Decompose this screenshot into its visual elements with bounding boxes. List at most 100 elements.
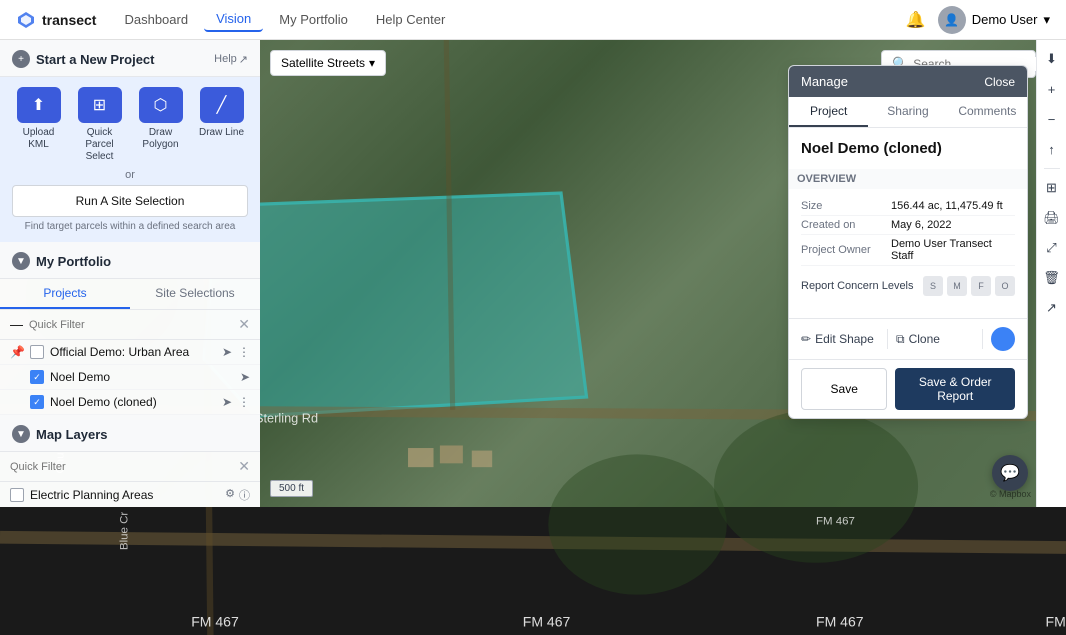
- project-checkbox[interactable]: [30, 395, 44, 409]
- layers-filter-clear[interactable]: ✕: [238, 458, 250, 475]
- manage-title: Manage: [801, 74, 848, 89]
- zoom-in-icon[interactable]: +: [1041, 78, 1063, 100]
- logo[interactable]: transect: [0, 10, 112, 30]
- nav-help-center[interactable]: Help Center: [364, 8, 457, 31]
- layer-checkbox[interactable]: [10, 488, 24, 502]
- zoom-out-icon[interactable]: −: [1041, 108, 1063, 130]
- clone-button[interactable]: ⧉ Clone: [896, 332, 974, 347]
- manage-tab-project[interactable]: Project: [789, 97, 868, 127]
- chat-bubble-button[interactable]: 💬: [992, 455, 1028, 491]
- manage-tabs: Project Sharing Comments: [789, 97, 1027, 128]
- layers-filter-input[interactable]: [10, 461, 232, 473]
- manage-tab-comments[interactable]: Comments: [948, 97, 1027, 127]
- save-order-button[interactable]: Save & Order Report: [895, 368, 1015, 410]
- quick-parcel-btn[interactable]: ⊞ Quick Parcel Select: [73, 87, 126, 163]
- svg-text:Blue Cr: Blue Cr: [119, 512, 131, 550]
- info-key-created: Created on: [801, 219, 891, 231]
- layers-list: Electric Planning Areas ⚙ ⓘ Electric Pow…: [0, 482, 260, 507]
- manage-panel: Manage Close Project Sharing Comments No…: [788, 65, 1028, 419]
- manage-body: Noel Demo (cloned) Overview Size 156.44 …: [789, 128, 1027, 318]
- concern-icon-o[interactable]: O: [995, 276, 1015, 296]
- portfolio-icon: ▼: [12, 252, 30, 270]
- project-item: Noel Demo ➤: [0, 365, 260, 390]
- save-button[interactable]: Save: [801, 368, 887, 410]
- draw-polygon-btn[interactable]: ⬡ Draw Polygon: [134, 87, 187, 163]
- svg-text:FM 467: FM 467: [816, 516, 855, 528]
- trash-icon[interactable]: 🗑: [1041, 267, 1063, 289]
- portfolio-filter-clear[interactable]: ✕: [238, 316, 250, 333]
- info-val-size: 156.44 ac, 11,475.49 ft: [891, 200, 1015, 212]
- topnav: transect Dashboard Vision My Portfolio H…: [0, 0, 1066, 40]
- nav-portfolio[interactable]: My Portfolio: [267, 8, 360, 31]
- navigate-icon[interactable]: ➤: [222, 395, 232, 409]
- info-val-created: May 6, 2022: [891, 219, 1015, 231]
- user-name: Demo User: [972, 12, 1038, 27]
- navigate-icon[interactable]: ➤: [222, 345, 232, 359]
- tab-projects[interactable]: Projects: [0, 279, 130, 309]
- print-icon[interactable]: 🖨: [1041, 207, 1063, 229]
- manage-tab-sharing[interactable]: Sharing: [868, 97, 947, 127]
- color-indicator[interactable]: [991, 327, 1015, 351]
- manage-header: Manage Close: [789, 66, 1027, 97]
- user-menu[interactable]: 👤 Demo User ▾: [938, 6, 1050, 34]
- portfolio-filter-input[interactable]: [29, 319, 232, 331]
- concern-icon-f[interactable]: F: [971, 276, 991, 296]
- map-style-select[interactable]: Satellite Streets ▾: [270, 50, 386, 76]
- report-concern-row: Report Concern Levels S M F O: [801, 266, 1015, 306]
- portfolio-filter-row: — ✕: [0, 310, 260, 340]
- topnav-right: 🔔 👤 Demo User ▾: [906, 6, 1066, 34]
- svg-text:FM 467: FM 467: [523, 614, 571, 630]
- overview-label: Overview: [789, 169, 1027, 189]
- layer-info-icon[interactable]: ⓘ: [239, 487, 250, 503]
- project-name: Noel Demo: [50, 370, 234, 384]
- share-icon[interactable]: ↗: [1041, 297, 1063, 319]
- concern-label: Report Concern Levels: [801, 280, 914, 292]
- concern-icon-m[interactable]: M: [947, 276, 967, 296]
- info-key-owner: Project Owner: [801, 244, 891, 256]
- tab-site-selections[interactable]: Site Selections: [130, 279, 260, 309]
- project-item: 📌 Official Demo: Urban Area ➤ ⋮: [0, 340, 260, 365]
- nav-dashboard[interactable]: Dashboard: [112, 8, 200, 31]
- layer-settings-icon[interactable]: ⚙: [225, 487, 235, 503]
- manage-project-title: Noel Demo (cloned): [801, 140, 1015, 157]
- portfolio-tabs: Projects Site Selections: [0, 279, 260, 310]
- user-avatar: 👤: [938, 6, 966, 34]
- layers-title: Map Layers: [36, 427, 248, 442]
- nav-vision[interactable]: Vision: [204, 7, 263, 32]
- navigate-icon[interactable]: ➤: [240, 370, 250, 384]
- project-menu-icon[interactable]: ⋮: [238, 395, 250, 409]
- map-layers-section: ▼ Map Layers ✕ Electric Planning Areas ⚙…: [0, 415, 260, 507]
- edit-shape-button[interactable]: ✏ Edit Shape: [801, 332, 879, 346]
- layers-icon: ▼: [12, 425, 30, 443]
- project-checkbox[interactable]: [30, 345, 44, 359]
- project-checkbox[interactable]: [30, 370, 44, 384]
- new-project-icon: +: [12, 50, 30, 68]
- user-chevron-icon: ▾: [1043, 12, 1050, 28]
- action-buttons: ⬆ Upload KML ⊞ Quick Parcel Select ⬡ Dra…: [12, 87, 248, 163]
- pin-icon: 📌: [10, 345, 24, 359]
- find-text: Find target parcels within a defined sea…: [12, 221, 248, 232]
- manage-actions-row: ✏ Edit Shape ⧉ Clone: [789, 318, 1027, 359]
- layer-name: Electric Planning Areas: [30, 488, 219, 502]
- upload-kml-btn[interactable]: ⬆ Upload KML: [12, 87, 65, 163]
- info-row-created: Created on May 6, 2022: [801, 216, 1015, 235]
- compass-icon[interactable]: ↑: [1041, 138, 1063, 160]
- layers-header: ▼ Map Layers: [0, 415, 260, 452]
- portfolio-section: ▼ My Portfolio Projects Site Selections …: [0, 242, 260, 415]
- project-name: Official Demo: Urban Area: [50, 345, 216, 359]
- layer-item: Electric Planning Areas ⚙ ⓘ: [0, 482, 260, 507]
- filter-icon: —: [10, 317, 23, 332]
- notifications-icon[interactable]: 🔔: [906, 10, 926, 30]
- run-site-selection-button[interactable]: Run A Site Selection: [12, 185, 248, 217]
- grid-icon[interactable]: ⊞: [1041, 177, 1063, 199]
- project-menu-icon[interactable]: ⋮: [238, 345, 250, 359]
- draw-line-btn[interactable]: ╱ Draw Line: [195, 87, 248, 163]
- new-project-content: ⬆ Upload KML ⊞ Quick Parcel Select ⬡ Dra…: [0, 77, 260, 242]
- download-icon[interactable]: ⬇: [1041, 48, 1063, 70]
- expand-icon[interactable]: ⤢: [1041, 237, 1063, 259]
- help-link[interactable]: Help ↗: [214, 53, 248, 66]
- manage-close-button[interactable]: Close: [984, 75, 1015, 89]
- concern-icon-s[interactable]: S: [923, 276, 943, 296]
- info-key-size: Size: [801, 200, 891, 212]
- project-list: 📌 Official Demo: Urban Area ➤ ⋮ Noel Dem…: [0, 340, 260, 415]
